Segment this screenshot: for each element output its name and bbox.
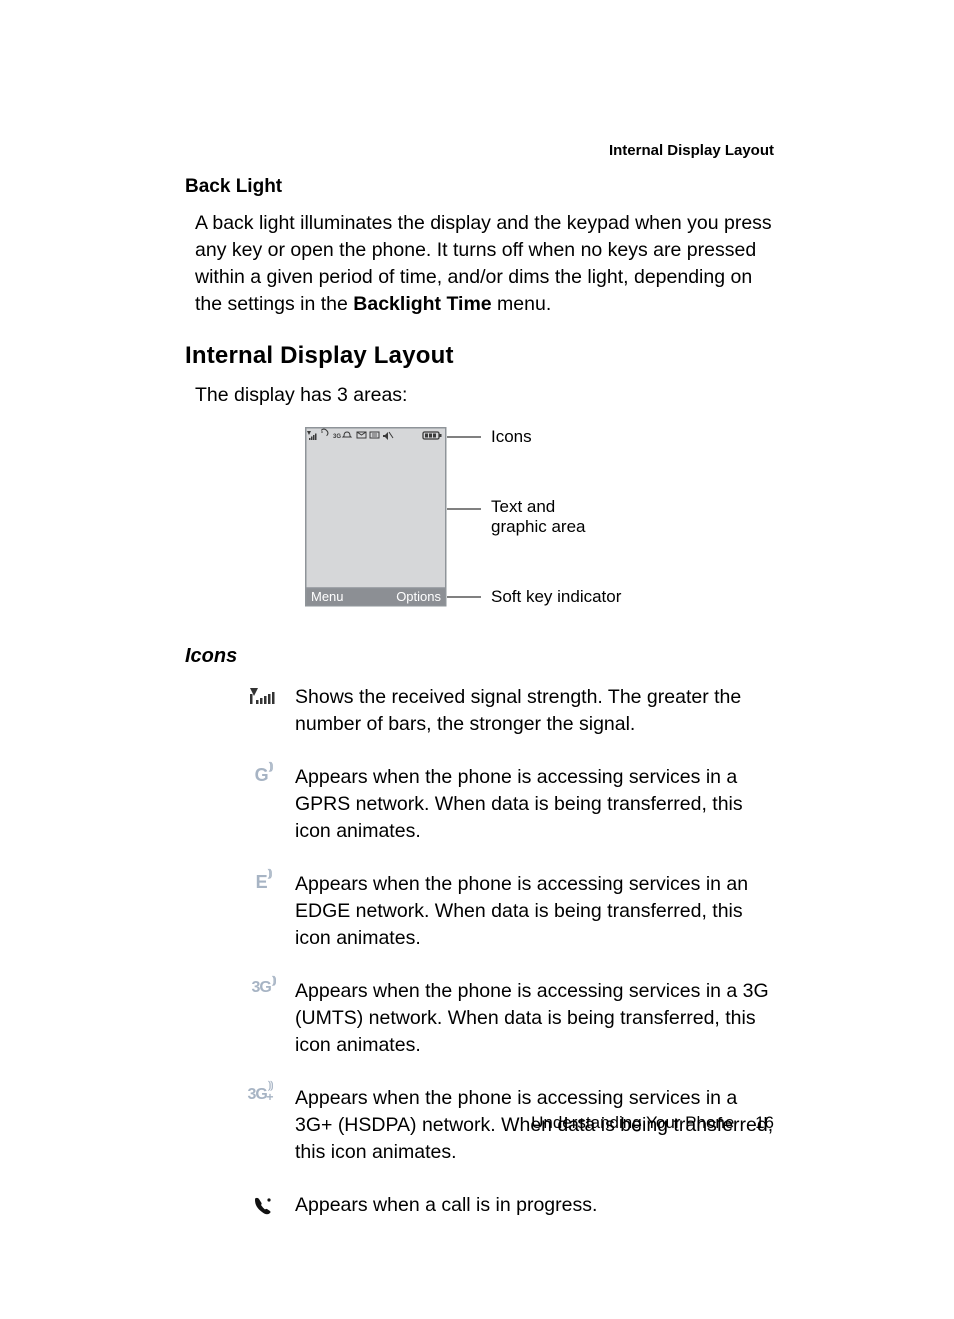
diagram-label-softkey: Soft key indicator (491, 587, 622, 606)
list-item: G⟯⟯ Appears when the phone is accessing … (241, 764, 774, 845)
text-bold-backlight-time: Backlight Time (353, 293, 491, 315)
paragraph-display-areas: The display has 3 areas: (195, 382, 774, 409)
heading-back-light: Back Light (185, 176, 774, 198)
display-layout-diagram: 3G (305, 427, 705, 617)
icon-description: Shows the received signal strength. The … (295, 684, 774, 738)
text-run: menu. (492, 293, 552, 315)
3g-icon: 3G⟯⟯ (241, 978, 285, 996)
diagram: 3G (305, 427, 774, 617)
icon-description: Appears when the phone is accessing serv… (295, 978, 774, 1059)
signal-strength-icon (241, 684, 285, 708)
list-item: 3G⟯⟯ Appears when the phone is accessing… (241, 978, 774, 1059)
footer-page-number: 16 (755, 1113, 774, 1132)
icon-description: Appears when the phone is accessing serv… (295, 871, 774, 952)
diagram-label-text-area-1: Text and (491, 497, 555, 516)
diagram-label-icons: Icons (491, 427, 532, 446)
icon-list: Shows the received signal strength. The … (241, 684, 774, 1219)
footer-chapter: Understanding Your Phone (531, 1113, 734, 1132)
diagram-label-text-area-2: graphic area (491, 517, 586, 536)
3g-plus-icon: 3G⟯⟯+ (241, 1085, 285, 1103)
call-in-progress-icon (241, 1192, 285, 1218)
paragraph-back-light: A back light illuminates the display and… (195, 210, 774, 318)
list-item: Shows the received signal strength. The … (241, 684, 774, 738)
list-item: Appears when a call is in progress. (241, 1192, 774, 1219)
icon-description: Appears when the phone is accessing serv… (295, 764, 774, 845)
heading-internal-display-layout: Internal Display Layout (185, 342, 774, 370)
edge-icon: E⟯⟯ (241, 871, 285, 891)
heading-icons: Icons (185, 645, 774, 668)
page: Internal Display Layout Back Light A bac… (0, 0, 954, 1319)
svg-text:3G: 3G (333, 434, 341, 440)
gprs-icon: G⟯⟯ (241, 764, 285, 784)
running-head: Internal Display Layout (609, 142, 774, 159)
list-item: E⟯⟯ Appears when the phone is accessing … (241, 871, 774, 952)
icon-description: Appears when a call is in progress. (295, 1192, 597, 1219)
page-footer: Understanding Your Phone 16 (531, 1113, 774, 1133)
diagram-options-text: Options (396, 589, 441, 604)
diagram-menu-text: Menu (311, 589, 344, 604)
